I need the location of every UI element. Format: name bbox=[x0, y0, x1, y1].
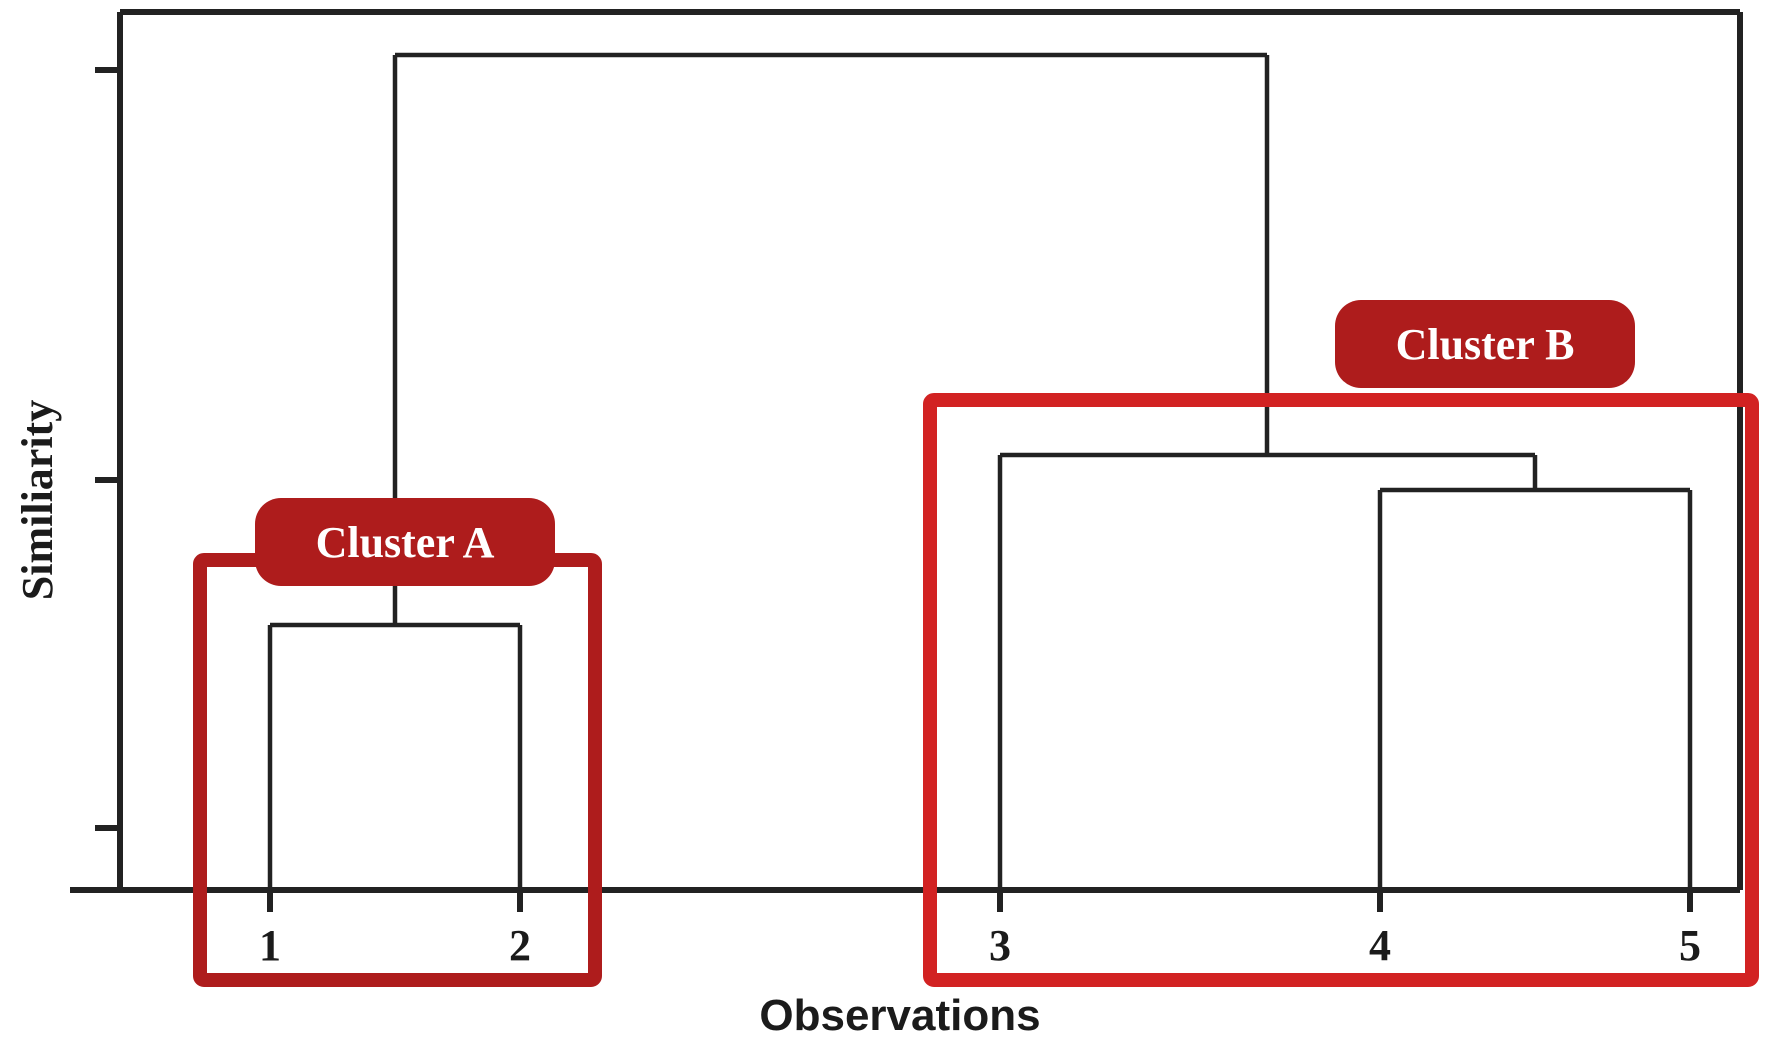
plot-frame bbox=[70, 12, 1740, 890]
y-ticks bbox=[95, 70, 120, 828]
leaf-labels: 1 2 3 4 5 bbox=[259, 921, 1701, 970]
leaf-3: 3 bbox=[989, 921, 1011, 970]
cluster-a-badge-text: Cluster A bbox=[316, 518, 495, 567]
leaf-4: 4 bbox=[1369, 921, 1391, 970]
x-ticks bbox=[270, 890, 1690, 912]
dendrogram-chart: Similiarity Observations 1 2 3 bbox=[0, 0, 1769, 1038]
y-axis-label: Similiarity bbox=[13, 400, 62, 600]
leaf-2: 2 bbox=[509, 921, 531, 970]
leaf-5: 5 bbox=[1679, 921, 1701, 970]
x-axis-label: Observations bbox=[759, 991, 1040, 1038]
leaf-1: 1 bbox=[259, 921, 281, 970]
dendrogram-lines bbox=[270, 55, 1690, 890]
cluster-b-badge-text: Cluster B bbox=[1396, 320, 1575, 369]
dendrogram-svg: Similiarity Observations 1 2 3 bbox=[0, 0, 1769, 1038]
